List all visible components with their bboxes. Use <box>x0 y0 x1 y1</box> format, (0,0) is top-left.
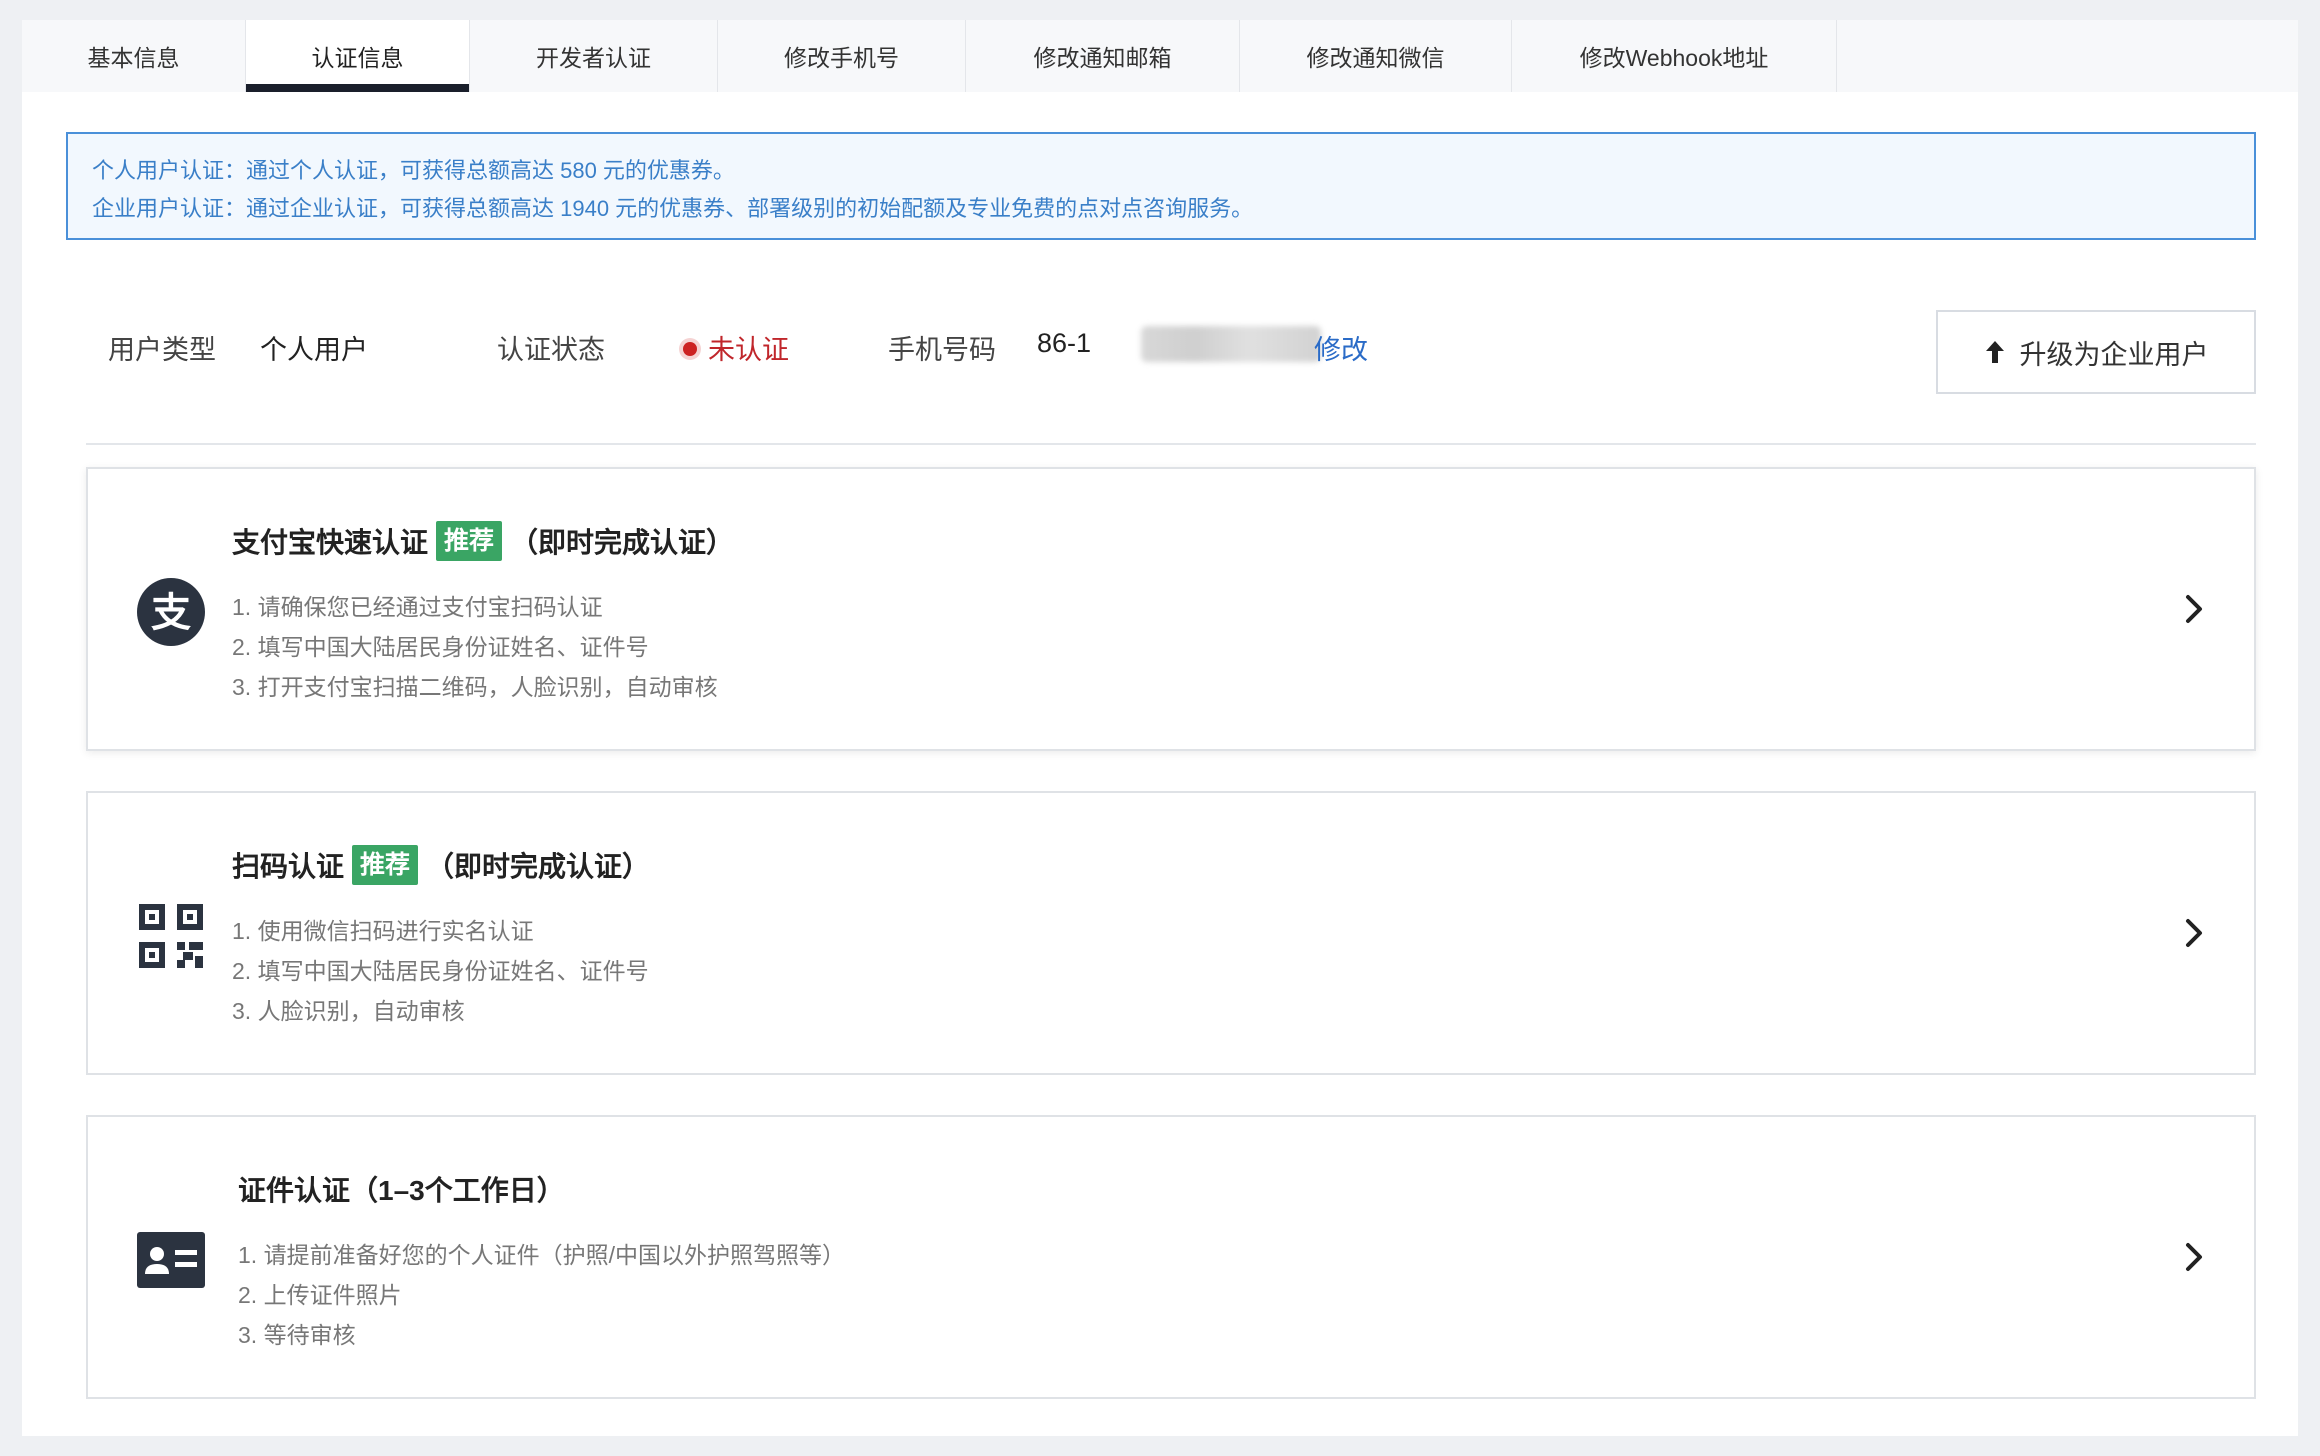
id-card-icon <box>136 1225 206 1295</box>
user-type-label: 用户类型 <box>108 335 216 365</box>
status-dot-icon <box>683 342 697 356</box>
qr-auth-card[interactable]: 扫码认证 推荐 （即时完成认证） 1. 使用微信扫码进行实名认证 2. 填写中国… <box>86 791 2256 1075</box>
tab-change-webhook[interactable]: 修改Webhook地址 <box>1512 20 1837 92</box>
notice-personal-line: 个人用户认证：通过个人认证，可获得总额高达 580 元的优惠券。 <box>92 158 735 183</box>
card-title-suffix: （即时完成认证） <box>510 527 735 558</box>
step-item: 3. 人脸识别，自动审核 <box>232 998 465 1024</box>
tab-auth-info[interactable]: 认证信息 <box>246 20 470 92</box>
svg-text:支: 支 <box>151 590 191 636</box>
upgrade-enterprise-button[interactable]: 升级为企业用户 <box>1936 310 2256 394</box>
account-info-row: 用户类型 个人用户 认证状态 未认证 手机号码 86-1 修改 升级为企业用户 <box>86 310 2256 396</box>
card-title: 扫码认证 推荐 （即时完成认证） <box>232 845 650 885</box>
recommend-badge: 推荐 <box>436 521 503 561</box>
tab-label: 修改手机号 <box>784 45 899 71</box>
divider <box>86 443 2256 445</box>
auth-benefits-notice: 个人用户认证：通过个人认证，可获得总额高达 580 元的优惠券。 企业用户认证：… <box>66 132 2256 240</box>
step-item: 1. 使用微信扫码进行实名认证 <box>232 918 534 944</box>
tab-change-email[interactable]: 修改通知邮箱 <box>966 20 1240 92</box>
card-steps: 1. 请确保您已经通过支付宝扫码认证 2. 填写中国大陆居民身份证姓名、证件号 … <box>232 587 718 707</box>
phone-redaction-mask <box>1141 326 1321 362</box>
chevron-right-icon <box>2186 595 2202 623</box>
tab-label: 认证信息 <box>311 45 404 71</box>
modify-phone-link[interactable]: 修改 <box>1314 328 1368 367</box>
phone-label: 手机号码 <box>888 335 996 365</box>
tab-bar: 基本信息 认证信息 开发者认证 修改手机号 修改通知邮箱 修改通知微信 修改We… <box>22 20 1837 92</box>
alipay-icon: 支 <box>136 577 206 647</box>
status-value: 未认证 <box>708 335 789 365</box>
step-item: 2. 上传证件照片 <box>238 1282 402 1308</box>
tab-change-phone[interactable]: 修改手机号 <box>718 20 966 92</box>
step-item: 1. 请确保您已经通过支付宝扫码认证 <box>232 594 603 620</box>
status-label: 认证状态 <box>497 335 605 365</box>
notice-enterprise-line: 企业用户认证：通过企业认证，可获得总额高达 1940 元的优惠券、部署级别的初始… <box>92 196 1254 221</box>
chevron-right-icon <box>2186 919 2202 947</box>
phone-value: 86-1 <box>1037 328 1092 358</box>
chevron-right-icon <box>2186 1243 2202 1271</box>
tab-label: 基本信息 <box>87 45 180 71</box>
step-item: 2. 填写中国大陆居民身份证姓名、证件号 <box>232 634 649 660</box>
card-steps: 1. 请提前准备好您的个人证件（护照/中国以外护照驾照等） 2. 上传证件照片 … <box>238 1235 845 1355</box>
card-title-text: 证件认证（1–3个工作日） <box>238 1175 565 1206</box>
step-item: 3. 打开支付宝扫描二维码，人脸识别，自动审核 <box>232 674 718 700</box>
alipay-auth-card[interactable]: 支 支付宝快速认证 推荐 （即时完成认证） 1. 请确保您已经通过支付宝扫码认证… <box>86 467 2256 751</box>
step-item: 3. 等待审核 <box>238 1322 356 1348</box>
qr-code-icon <box>136 901 206 971</box>
tab-label: 修改Webhook地址 <box>1579 45 1769 71</box>
tab-label: 修改通知邮箱 <box>1033 45 1172 71</box>
step-item: 2. 填写中国大陆居民身份证姓名、证件号 <box>232 958 649 984</box>
tab-change-wechat[interactable]: 修改通知微信 <box>1240 20 1512 92</box>
upgrade-label: 升级为企业用户 <box>2019 339 2209 370</box>
tab-bar-filler <box>1837 20 2298 92</box>
user-type-value: 个人用户 <box>260 335 368 365</box>
arrow-up-icon <box>1985 341 2004 363</box>
recommend-badge: 推荐 <box>352 845 419 885</box>
tab-label: 开发者认证 <box>536 45 651 71</box>
card-title-text: 支付宝快速认证 <box>232 527 429 558</box>
tab-basic-info[interactable]: 基本信息 <box>22 20 246 92</box>
settings-page: 基本信息 认证信息 开发者认证 修改手机号 修改通知邮箱 修改通知微信 修改We… <box>22 20 2298 1436</box>
card-steps: 1. 使用微信扫码进行实名认证 2. 填写中国大陆居民身份证姓名、证件号 3. … <box>232 911 649 1031</box>
card-title: 支付宝快速认证 推荐 （即时完成认证） <box>232 521 734 561</box>
id-document-auth-card[interactable]: 证件认证（1–3个工作日） 1. 请提前准备好您的个人证件（护照/中国以外护照驾… <box>86 1115 2256 1399</box>
card-title-text: 扫码认证 <box>232 851 345 882</box>
tab-developer-auth[interactable]: 开发者认证 <box>470 20 718 92</box>
card-title-suffix: （即时完成认证） <box>426 851 651 882</box>
tab-label: 修改通知微信 <box>1306 45 1445 71</box>
card-title: 证件认证（1–3个工作日） <box>238 1169 565 1209</box>
step-item: 1. 请提前准备好您的个人证件（护照/中国以外护照驾照等） <box>238 1242 845 1268</box>
